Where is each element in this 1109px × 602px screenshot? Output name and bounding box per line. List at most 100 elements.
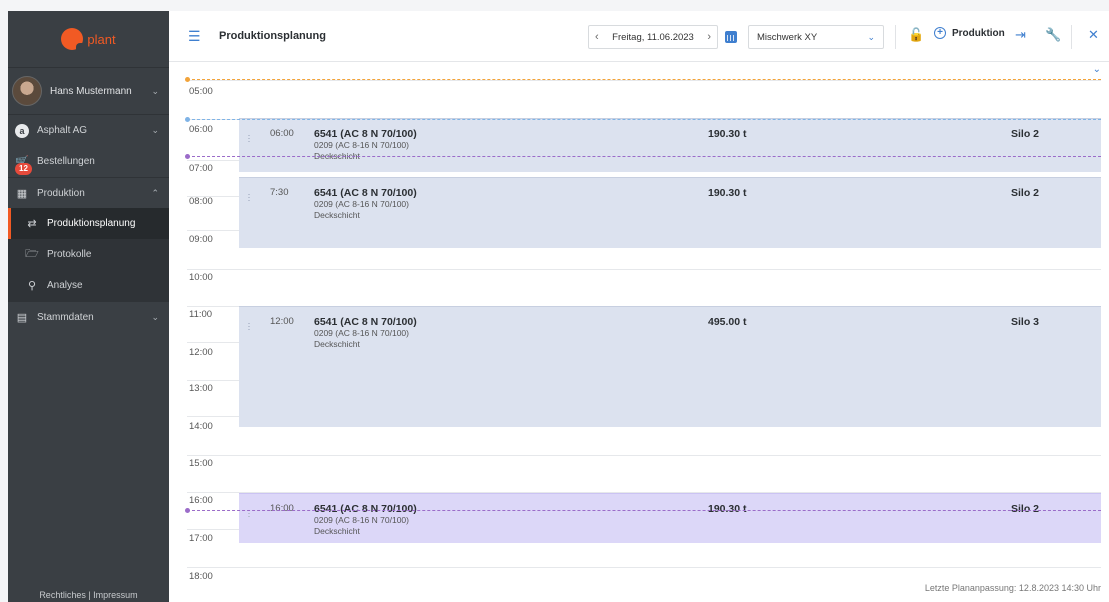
hour-label: 11:00 bbox=[189, 309, 213, 320]
hour-label: 06:00 bbox=[189, 124, 213, 135]
app-logo[interactable]: plant bbox=[8, 11, 169, 68]
logo-text: plant bbox=[87, 31, 116, 47]
entry-silo: Silo 2 bbox=[1011, 128, 1040, 140]
sidebar-item-label: Produktionsplanung bbox=[47, 218, 136, 229]
hour-label: 13:00 bbox=[189, 383, 213, 394]
chevron-down-icon: ⌄ bbox=[151, 85, 159, 96]
hour-label: 18:00 bbox=[189, 571, 213, 582]
entry-sub-code: 0209 (AC 8-16 N 70/100) bbox=[314, 140, 409, 150]
entry-silo: Silo 2 bbox=[1011, 187, 1040, 199]
hour-label: 07:00 bbox=[189, 163, 213, 174]
add-production-button[interactable]: + Produktion bbox=[934, 27, 1005, 39]
hour-label: 09:00 bbox=[189, 234, 213, 245]
page-title: Produktionsplanung bbox=[219, 30, 326, 42]
avatar bbox=[12, 76, 42, 106]
plant-select[interactable]: Mischwerk XY ⌄ bbox=[748, 25, 884, 49]
chevron-down-icon: ⌄ bbox=[151, 125, 159, 135]
entry-silo: Silo 2 bbox=[1011, 503, 1040, 515]
close-icon[interactable]: ✕ bbox=[1088, 27, 1099, 43]
last-update-text: Letzte Plananpassung: 12.8.2023 14:30 Uh… bbox=[924, 583, 1101, 593]
legal-footer-link[interactable]: Rechtliches | Impressum bbox=[8, 590, 169, 602]
date-navigator: ‹ Freitag, 11.06.2023 › bbox=[588, 25, 718, 49]
zoom-icon: ⚲ bbox=[27, 280, 37, 292]
chevron-down-icon[interactable]: ⌄ bbox=[1093, 64, 1101, 75]
entry-sub-code: 0209 (AC 8-16 N 70/100) bbox=[314, 515, 409, 525]
chevron-up-icon: ⌃ bbox=[151, 187, 159, 198]
sidebar-item-label: Protokolle bbox=[47, 249, 92, 260]
hour-label: 16:00 bbox=[189, 495, 213, 506]
drag-handle-icon[interactable] bbox=[248, 323, 250, 331]
entry-layer: Deckschicht bbox=[314, 339, 360, 349]
production-entry[interactable]: 7:30 6541 (AC 8 N 70/100) 0209 (AC 8-16 … bbox=[239, 177, 1101, 248]
hour-label: 14:00 bbox=[189, 421, 213, 432]
logo-mark-icon bbox=[61, 28, 85, 51]
sidebar-item-analysis[interactable]: ⚲ Analyse bbox=[8, 270, 169, 301]
menu-icon[interactable]: ☰ bbox=[188, 28, 202, 45]
entry-silo: Silo 3 bbox=[1011, 316, 1040, 328]
plus-circle-icon: + bbox=[934, 27, 946, 39]
hour-label: 08:00 bbox=[189, 196, 213, 207]
entry-layer: Deckschicht bbox=[314, 210, 360, 220]
entry-code: 6541 (AC 8 N 70/100) bbox=[314, 187, 417, 199]
sidebar-item-master-data[interactable]: ▤ Stammdaten ⌄ bbox=[8, 301, 169, 332]
company-label: Asphalt AG bbox=[37, 125, 88, 136]
entry-quantity: 495.00 t bbox=[708, 316, 747, 328]
marker-line bbox=[187, 510, 1101, 511]
marker-line bbox=[187, 156, 1101, 157]
production-entry[interactable]: 16:00 6541 (AC 8 N 70/100) 0209 (AC 8-16… bbox=[239, 493, 1101, 543]
company-icon: a bbox=[15, 123, 29, 138]
entry-quantity: 190.30 t bbox=[708, 503, 747, 515]
hour-label: 12:00 bbox=[189, 347, 213, 358]
sidebar-item-production[interactable]: ▦ Produktion ⌃ bbox=[8, 177, 169, 208]
entry-time: 7:30 bbox=[270, 187, 289, 198]
chevron-right-icon[interactable]: › bbox=[707, 31, 711, 43]
entry-time: 16:00 bbox=[270, 503, 294, 514]
factory-icon: ▦ bbox=[16, 187, 28, 200]
hour-label: 10:00 bbox=[189, 272, 213, 283]
entry-time: 06:00 bbox=[270, 128, 294, 139]
lock-icon[interactable]: 🔓 bbox=[908, 27, 924, 43]
entry-time: 12:00 bbox=[270, 316, 294, 327]
sidebar-item-label: Analyse bbox=[47, 280, 83, 291]
entry-code: 6541 (AC 8 N 70/100) bbox=[314, 316, 417, 328]
orders-badge: 12 bbox=[15, 163, 32, 175]
sidebar-item-production-planning[interactable]: ⇄ Produktionsplanung bbox=[8, 208, 169, 239]
top-header: ☰ Produktionsplanung ‹ Freitag, 11.06.20… bbox=[169, 11, 1109, 62]
hour-label: 17:00 bbox=[189, 533, 213, 544]
sidebar-item-label: Bestellungen bbox=[37, 156, 95, 167]
production-entry[interactable]: 06:00 6541 (AC 8 N 70/100) 0209 (AC 8-16… bbox=[239, 118, 1101, 172]
sidebar: plant Hans Mustermann ⌄ a Asphalt AG ⌄ 🛒… bbox=[8, 11, 169, 602]
sidebar-item-orders[interactable]: 🛒 Bestellungen 12 bbox=[8, 146, 169, 177]
entry-sub-code: 0209 (AC 8-16 N 70/100) bbox=[314, 199, 409, 209]
hour-line bbox=[187, 567, 1101, 568]
user-name: Hans Mustermann bbox=[50, 85, 132, 97]
company-selector[interactable]: a Asphalt AG ⌄ bbox=[8, 115, 169, 146]
current-date[interactable]: Freitag, 11.06.2023 bbox=[612, 32, 694, 43]
entry-sub-code: 0209 (AC 8-16 N 70/100) bbox=[314, 328, 409, 338]
chevron-down-icon: ⌄ bbox=[867, 31, 875, 42]
wrench-icon[interactable]: 🔧 bbox=[1045, 27, 1061, 43]
entry-code: 6541 (AC 8 N 70/100) bbox=[314, 128, 417, 140]
production-submenu: ⇄ Produktionsplanung 🗁 Protokolle ⚲ Anal… bbox=[8, 208, 169, 301]
hour-line bbox=[187, 455, 1101, 456]
production-entry[interactable]: 12:00 6541 (AC 8 N 70/100) 0209 (AC 8-16… bbox=[239, 306, 1101, 427]
chevron-down-icon: ⌄ bbox=[151, 311, 159, 322]
hour-label: 05:00 bbox=[189, 86, 213, 97]
production-timeline: ⌄ 06:00 6541 (AC 8 N 70/100) 0209 (AC 8-… bbox=[169, 62, 1109, 602]
export-icon[interactable]: ⇥ bbox=[1015, 27, 1026, 43]
current-time-line bbox=[187, 79, 1101, 80]
hour-line bbox=[187, 269, 1101, 270]
user-menu[interactable]: Hans Mustermann ⌄ bbox=[8, 68, 169, 115]
sidebar-item-label: Produktion bbox=[37, 187, 85, 199]
drag-handle-icon[interactable] bbox=[248, 135, 250, 143]
entry-code: 6541 (AC 8 N 70/100) bbox=[314, 503, 417, 515]
sidebar-item-protocols[interactable]: 🗁 Protokolle bbox=[8, 239, 169, 270]
database-icon: ▤ bbox=[16, 311, 28, 324]
planning-icon: ⇄ bbox=[27, 218, 37, 230]
calendar-icon[interactable] bbox=[725, 31, 737, 43]
chevron-left-icon[interactable]: ‹ bbox=[595, 31, 599, 43]
drag-handle-icon[interactable] bbox=[248, 194, 250, 202]
entry-quantity: 190.30 t bbox=[708, 128, 747, 140]
hour-label: 15:00 bbox=[189, 458, 213, 469]
drag-handle-icon[interactable] bbox=[248, 510, 250, 518]
